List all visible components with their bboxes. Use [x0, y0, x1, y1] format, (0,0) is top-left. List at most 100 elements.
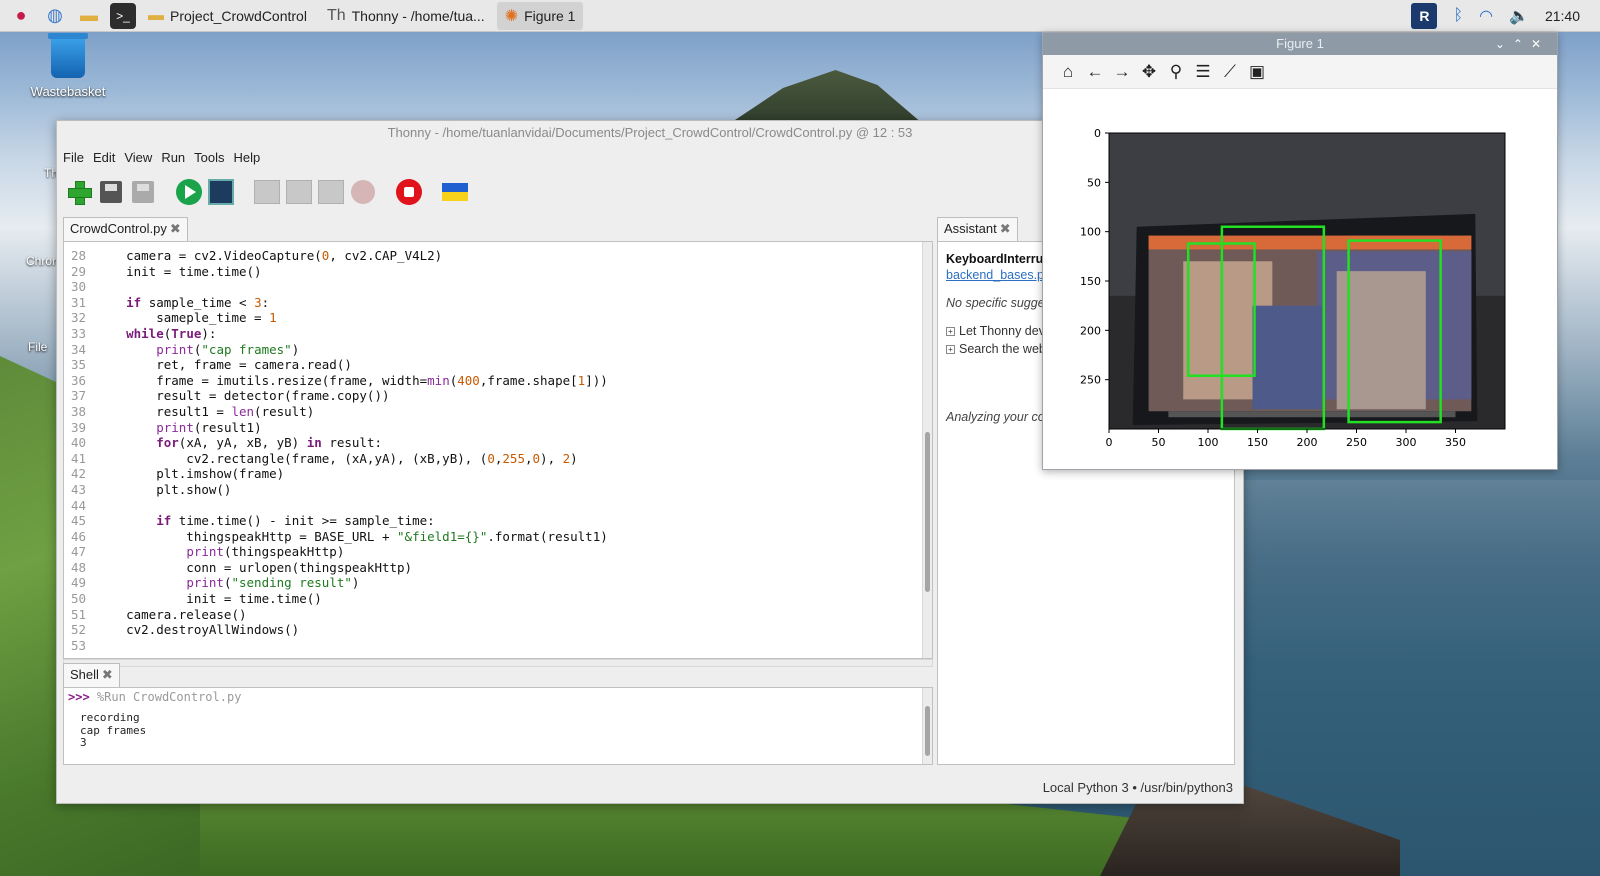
line-source: cv2.rectangle(frame, (xA,yA), (xB,yB), (…	[96, 450, 578, 466]
line-source: print(thingspeakHttp)	[186, 544, 345, 560]
debug-button[interactable]	[207, 178, 235, 206]
save-button[interactable]	[129, 178, 157, 206]
tab-assistant[interactable]: Assistant ✖	[937, 217, 1018, 241]
clock[interactable]: 21:40	[1545, 8, 1580, 24]
menu-tools[interactable]: Tools	[194, 150, 224, 165]
code-line: 30	[64, 279, 608, 295]
menu-run[interactable]: Run	[161, 150, 185, 165]
figure-window: Figure 1 ⌄⌃✕ ⌂ ← → ✥ ⚲ ☰ ⟋ ▣ 0 50 100 150 20…	[1042, 32, 1558, 470]
browser-icon[interactable]: ◍	[42, 3, 68, 29]
step-into-icon	[286, 180, 312, 204]
code-line: 50 init = time.time()	[64, 591, 608, 607]
task-project-folder[interactable]: ▬ Project_CrowdControl	[140, 2, 315, 30]
line-source: cv2.destroyAllWindows()	[96, 622, 300, 638]
y-tick-label: 150	[1080, 275, 1101, 288]
menu-edit[interactable]: Edit	[93, 150, 115, 165]
step-over-button[interactable]	[253, 178, 281, 206]
line-source: result1 = len(result)	[96, 403, 315, 419]
line-number: 33	[70, 325, 86, 341]
forward-icon[interactable]: →	[1109, 62, 1135, 82]
minimize-icon[interactable]: ⌄	[1495, 37, 1513, 51]
realvnc-icon[interactable]: R	[1411, 3, 1438, 29]
task-thonny[interactable]: Th Thonny - /home/tua...	[319, 2, 493, 30]
code-line: 41 cv2.rectangle(frame, (xA,yA), (xB,yB)…	[64, 451, 608, 467]
line-number: 43	[70, 481, 86, 497]
line-number: 31	[70, 294, 86, 310]
shell-panel[interactable]: >>> %Run CrowdControl.py recording cap f…	[63, 687, 933, 765]
wastebasket-label: Wastebasket	[30, 84, 106, 99]
shell-scrollbar[interactable]	[922, 688, 932, 764]
code-line: 48 conn = urlopen(thingspeakHttp)	[64, 560, 608, 576]
line-number: 42	[70, 466, 86, 482]
step-out-button[interactable]	[317, 178, 345, 206]
resume-button[interactable]	[349, 178, 377, 206]
shell-output-line: recording	[80, 711, 140, 724]
task-figure[interactable]: ✺ Figure 1	[496, 1, 584, 30]
back-icon[interactable]: ←	[1082, 62, 1108, 82]
close-icon[interactable]: ✕	[1531, 37, 1549, 51]
code-line: 42 plt.imshow(frame)	[64, 466, 608, 482]
desktop-label-partial[interactable]: File	[28, 340, 47, 354]
desktop-label-partial[interactable]: Chron	[26, 254, 59, 268]
x-tick-label: 100	[1198, 436, 1219, 449]
step-into-button[interactable]	[285, 178, 313, 206]
pan-icon[interactable]: ✥	[1136, 62, 1162, 82]
y-tick-label: 200	[1080, 324, 1101, 337]
terminal-icon[interactable]: >_	[110, 2, 136, 29]
code-line: 38 result1 = len(result)	[64, 404, 608, 420]
plus-icon	[67, 180, 92, 205]
line-number: 49	[70, 575, 86, 591]
play-icon	[176, 179, 202, 205]
run-button[interactable]	[175, 178, 203, 206]
y-tick-label: 0	[1094, 127, 1101, 140]
interpreter-status[interactable]: Local Python 3 • /usr/bin/python3	[1043, 780, 1233, 795]
line-source: plt.imshow(frame)	[96, 466, 285, 482]
maximize-icon[interactable]: ⌃	[1513, 37, 1531, 51]
editor-hscrollbar[interactable]	[63, 659, 933, 667]
close-icon[interactable]: ✖	[1000, 221, 1011, 236]
new-file-button[interactable]	[65, 178, 93, 206]
zoom-icon[interactable]: ⚲	[1163, 62, 1189, 82]
raspberry-menu-icon[interactable]: ●	[8, 3, 34, 29]
debug-icon	[208, 179, 234, 205]
line-source: thingspeakHttp = BASE_URL + "&field1={}"…	[96, 528, 608, 544]
line-number: 32	[70, 310, 86, 326]
code-editor[interactable]: 28 camera = cv2.VideoCapture(0, cv2.CAP_…	[63, 241, 933, 659]
window-controls: ⌄⌃✕	[1495, 33, 1549, 55]
image-person-2	[1252, 305, 1322, 410]
axes-edit-icon[interactable]: ⟋	[1217, 62, 1243, 82]
code-line: 40 for(xA, yA, xB, yB) in result:	[64, 435, 608, 451]
menu-view[interactable]: View	[124, 150, 152, 165]
image-person-3	[1336, 271, 1426, 410]
stop-button[interactable]	[395, 178, 423, 206]
close-icon[interactable]: ✖	[102, 667, 113, 682]
tab-crowdcontrol[interactable]: CrowdControl.py ✖	[63, 217, 188, 241]
open-file-button[interactable]	[97, 178, 125, 206]
bluetooth-icon[interactable]: ᛒ	[1453, 7, 1463, 25]
editor-scrollbar[interactable]	[922, 242, 932, 658]
folder-icon: ▬	[148, 6, 164, 24]
open-icon	[100, 181, 122, 203]
code-line: 28 camera = cv2.VideoCapture(0, cv2.CAP_…	[64, 248, 608, 264]
line-number: 36	[70, 372, 86, 388]
expand-icon: +	[946, 345, 955, 355]
tab-shell[interactable]: Shell ✖	[63, 663, 120, 687]
line-source: if time.time() - init >= sample_time:	[156, 513, 435, 529]
home-icon[interactable]: ⌂	[1055, 62, 1081, 82]
configure-icon[interactable]: ☰	[1190, 62, 1216, 82]
editor-tabs: CrowdControl.py ✖	[63, 217, 188, 241]
save-icon[interactable]: ▣	[1244, 62, 1270, 82]
ukraine-flag-button[interactable]	[441, 178, 469, 206]
figure-title[interactable]: Figure 1 ⌄⌃✕	[1043, 33, 1557, 55]
wastebasket[interactable]: Wastebasket	[28, 33, 108, 99]
volume-icon[interactable]: 🔈	[1509, 6, 1529, 26]
menu-help[interactable]: Help	[234, 150, 261, 165]
code-line: 53	[64, 638, 608, 654]
menu-file[interactable]: File	[63, 150, 84, 165]
line-source: init = time.time()	[96, 263, 262, 279]
file-manager-icon[interactable]: ▬	[76, 3, 102, 29]
close-icon[interactable]: ✖	[170, 221, 181, 236]
stop-icon	[396, 179, 422, 205]
wifi-icon[interactable]: ◠	[1479, 6, 1493, 26]
figure-plot[interactable]: 0 50 100 150 200 250 300 350 0 50 100 150 200 250	[1043, 89, 1557, 469]
